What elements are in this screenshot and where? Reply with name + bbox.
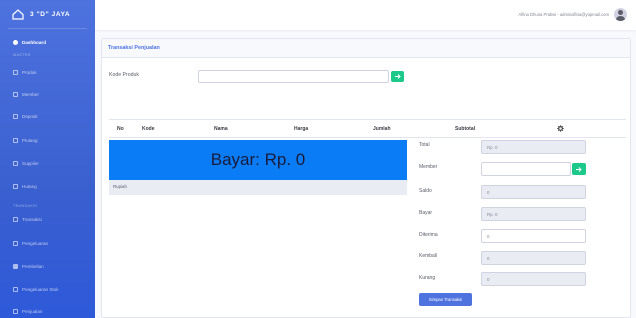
sidebar-item-pengeluaran-stok[interactable]: Pengeluaran Stok: [0, 287, 59, 292]
member-label: Member: [419, 164, 438, 170]
column-header-no: No: [117, 126, 124, 132]
sidebar-item-label: Penjualan: [22, 309, 43, 314]
sidebar-item-produk[interactable]: Produk: [0, 70, 37, 75]
column-header-nama: Nama: [214, 126, 228, 132]
bayar-value: Rp. 0: [487, 212, 498, 217]
bayar-display: Bayar: Rp. 0: [109, 140, 407, 180]
list-icon: [13, 287, 18, 292]
topbar: Alfina Dhuna Pratiwi - adminalfina@yopma…: [95, 0, 636, 30]
total-field: Rp. 0: [481, 140, 586, 154]
list-icon: [13, 161, 18, 166]
kembali-value: 0: [487, 256, 490, 261]
column-header-subtotal: Subtotal: [455, 126, 475, 132]
sidebar-item-pengeluaran[interactable]: Pengeluaran: [0, 241, 48, 246]
sidebar-item-label: Dashboard: [22, 40, 46, 45]
saldo-value: 0: [487, 190, 490, 195]
list-icon: [13, 184, 18, 189]
avatar: [614, 8, 627, 21]
list-icon: [13, 241, 18, 246]
sidebar-item-label: Pembelian: [22, 264, 44, 269]
kembali-label: Kembali: [419, 253, 438, 259]
grid-icon: [13, 264, 18, 269]
list-icon: [13, 114, 18, 119]
add-product-button[interactable]: [391, 71, 404, 82]
column-header-kode: Kode: [142, 126, 155, 132]
sidebar-item-label: Produk: [22, 70, 37, 75]
total-label: Total: [419, 142, 430, 148]
simpan-transaksi-button[interactable]: Simpan Transaksi: [419, 293, 472, 306]
sidebar: 3 "D" JAYA Dashboard MASTER Produk Membe…: [0, 0, 95, 318]
diterima-value: 0: [487, 234, 490, 239]
gear-icon[interactable]: [557, 125, 564, 132]
sidebar-item-label: Supplier: [22, 161, 39, 166]
bayar-field: Rp. 0: [481, 207, 586, 221]
sidebar-item-label: Pengeluaran Stok: [22, 287, 59, 292]
table-header: No Kode Nama Harga Jumlah Subtotal: [109, 119, 626, 138]
sidebar-item-pembelian[interactable]: Pembelian: [0, 264, 44, 269]
user-menu[interactable]: Alfina Dhuna Pratiwi - adminalfina@yopma…: [518, 8, 627, 21]
sidebar-item-member[interactable]: Member: [0, 92, 39, 97]
kurang-label: Kurang: [419, 275, 436, 281]
gauge-icon: [13, 40, 18, 45]
kode-produk-label: Kode Produk: [109, 72, 139, 78]
kurang-value: 0: [487, 277, 490, 282]
sidebar-item-penjualan[interactable]: Penjualan: [0, 309, 42, 314]
sidebar-item-label: Transaksi: [22, 217, 42, 222]
card-header: Transaksi Penjualan: [102, 39, 630, 58]
sidebar-heading-transaksi: TRANSAKSI: [13, 204, 38, 208]
saldo-field: 0: [481, 185, 586, 199]
sidebar-item-label: Pengeluaran: [22, 241, 49, 246]
select-member-button[interactable]: [572, 163, 586, 175]
sidebar-heading-master: MASTER: [13, 53, 31, 57]
sidebar-item-deposit[interactable]: Deposit: [0, 114, 38, 119]
kembali-field: 0: [481, 251, 586, 265]
diterima-label: Diterima: [419, 232, 438, 238]
bayar-label: Bayar: [419, 210, 433, 216]
arrow-right-icon: [576, 166, 582, 172]
sidebar-item-piutang[interactable]: Piutang: [0, 138, 38, 143]
simpan-transaksi-label: Simpan Transaksi: [428, 297, 463, 302]
sidebar-item-label: Deposit: [22, 114, 38, 119]
brand-name: 3 "D" JAYA: [30, 10, 71, 18]
sidebar-item-hutang[interactable]: Hutang: [0, 184, 37, 189]
list-icon: [13, 70, 18, 75]
list-icon: [13, 217, 18, 222]
kode-produk-input[interactable]: [198, 70, 389, 83]
user-name: Alfina Dhuna Pratiwi - adminalfina@yopma…: [518, 12, 609, 17]
sidebar-item-dashboard[interactable]: Dashboard: [0, 40, 46, 45]
list-icon: [13, 92, 18, 97]
column-header-harga: Harga: [294, 126, 309, 132]
list-icon: [13, 309, 18, 314]
terbilang-box: Rupiah: [109, 180, 407, 195]
list-icon: [13, 138, 18, 143]
sidebar-item-label: Hutang: [22, 184, 37, 189]
column-header-jumlah: Jumlah: [373, 126, 391, 132]
sidebar-item-supplier[interactable]: Supplier: [0, 161, 39, 166]
card-title: Transaksi Penjualan: [108, 45, 160, 51]
sidebar-item-label: Member: [22, 92, 39, 97]
transaksi-card: Transaksi Penjualan Kode Produk No Kode …: [101, 38, 631, 318]
diterima-input[interactable]: 0: [481, 229, 586, 243]
bayar-amount: Bayar: Rp. 0: [210, 150, 306, 169]
total-value: Rp. 0: [487, 145, 498, 150]
terbilang-text: Rupiah: [113, 184, 127, 189]
kurang-field: 0: [481, 272, 586, 286]
arrow-right-icon: [394, 74, 401, 79]
home-icon: [12, 8, 24, 20]
brand[interactable]: 3 "D" JAYA: [0, 0, 95, 28]
sidebar-item-label: Piutang: [22, 138, 38, 143]
sidebar-divider: [8, 28, 87, 29]
saldo-label: Saldo: [419, 188, 432, 194]
member-input[interactable]: [481, 162, 571, 176]
sidebar-item-transaksi[interactable]: Transaksi: [0, 217, 42, 222]
